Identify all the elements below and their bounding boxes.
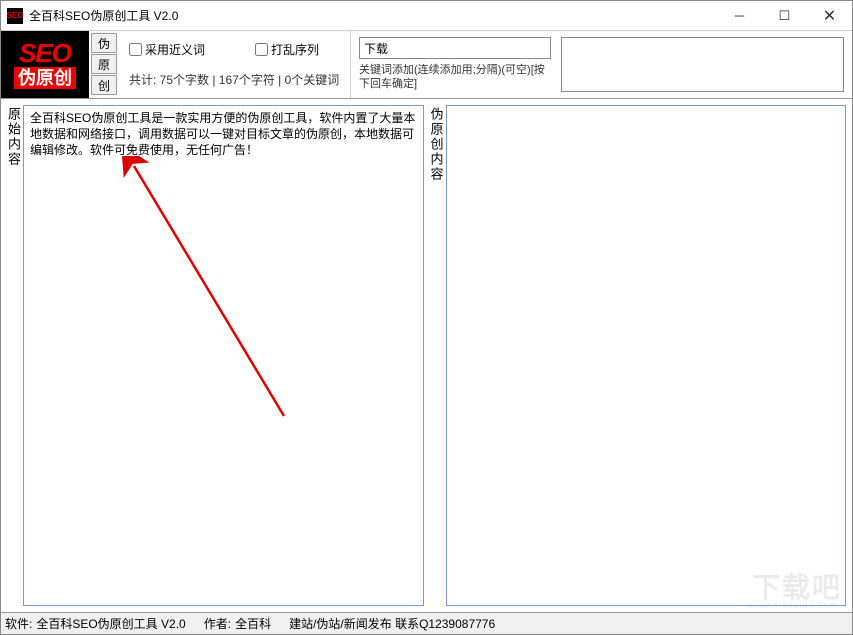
logo: SEO 伪原创 [1, 31, 89, 98]
fake-button[interactable]: 伪 [91, 33, 117, 53]
logo-sub: 伪原创 [14, 67, 76, 89]
keyword-area: 关键词添加(连续添加用;分隔)(可空)[按下回车确定] [351, 31, 852, 98]
statusbar: 软件: 全百科SEO伪原创工具 V2.0 作者: 全百科 建站/伪站/新闻发布 … [1, 612, 852, 634]
keyword-hint: 关键词添加(连续添加用;分隔)(可空)[按下回车确定] [359, 63, 551, 91]
original-button[interactable]: 原 [91, 54, 117, 74]
app-icon: SEO [7, 8, 23, 24]
keyword-input[interactable] [359, 37, 551, 59]
main-area: 原始内容 全百科SEO伪原创工具是一款实用方便的伪原创工具，软件内置了大量本地数… [1, 99, 852, 612]
status-author-value: 全百科 [235, 615, 271, 632]
result-panel: 伪原创内容 [430, 105, 847, 606]
action-buttons: 伪 原 创 [89, 31, 119, 98]
status-soft-label: 软件: [5, 615, 32, 632]
annotation-arrow-icon [114, 156, 314, 456]
shuffle-checkbox-input[interactable] [255, 43, 268, 56]
create-button[interactable]: 创 [91, 75, 117, 95]
stats-text: 共计: 75个字数 | 167个字符 | 0个关键词 [129, 71, 340, 88]
result-label: 伪原创内容 [430, 105, 446, 606]
original-panel: 原始内容 全百科SEO伪原创工具是一款实用方便的伪原创工具，软件内置了大量本地数… [7, 105, 424, 606]
original-textarea[interactable]: 全百科SEO伪原创工具是一款实用方便的伪原创工具，软件内置了大量本地数据和网络接… [23, 105, 424, 606]
window-title: 全百科SEO伪原创工具 V2.0 [29, 7, 178, 24]
synonym-checkbox-input[interactable] [129, 43, 142, 56]
close-button[interactable]: ✕ [807, 1, 852, 30]
minimize-button[interactable]: ─ [717, 1, 762, 30]
original-label: 原始内容 [7, 105, 23, 606]
status-author-label: 作者: [204, 615, 231, 632]
status-soft-value: 全百科SEO伪原创工具 V2.0 [36, 615, 185, 632]
toolbar: SEO 伪原创 伪 原 创 采用近义词 打乱序列 共计: 75个字数 | 167… [1, 31, 852, 99]
synonym-checkbox[interactable]: 采用近义词 [129, 41, 205, 58]
result-textarea[interactable] [446, 105, 847, 606]
shuffle-checkbox[interactable]: 打乱序列 [255, 41, 319, 58]
keyword-list[interactable] [561, 37, 844, 92]
maximize-button[interactable]: ☐ [762, 1, 807, 30]
original-text: 全百科SEO伪原创工具是一款实用方便的伪原创工具，软件内置了大量本地数据和网络接… [30, 111, 415, 157]
titlebar: SEO 全百科SEO伪原创工具 V2.0 ─ ☐ ✕ [1, 1, 852, 31]
shuffle-label: 打乱序列 [271, 41, 319, 58]
options-area: 采用近义词 打乱序列 共计: 75个字数 | 167个字符 | 0个关键词 [119, 31, 351, 98]
status-service: 建站/伪站/新闻发布 联系Q1239087776 [289, 615, 495, 632]
synonym-label: 采用近义词 [145, 41, 205, 58]
logo-main: SEO [19, 41, 71, 65]
